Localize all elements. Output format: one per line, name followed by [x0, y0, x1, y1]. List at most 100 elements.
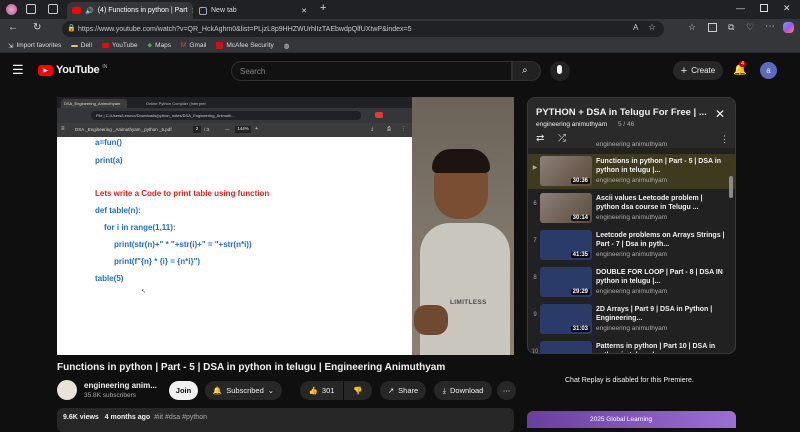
list-item[interactable]: 10 Patterns in python | Part 10 | DSA in… [528, 339, 735, 353]
region-code: IN [102, 64, 108, 70]
chat-replay-notice: Chat Replay is disabled for this Premier… [565, 377, 694, 384]
like-button[interactable]: 👍 301 [300, 381, 343, 400]
new-tab-button[interactable]: + [320, 2, 326, 14]
code-line: for i in range(1,11): [104, 223, 176, 232]
playlist-scrollbar[interactable] [729, 176, 733, 198]
workspaces-icon[interactable] [26, 4, 36, 14]
heart-icon[interactable]: ♡ [746, 22, 754, 33]
search-input[interactable]: Search [231, 61, 512, 81]
tab-actions-icon[interactable] [48, 4, 58, 14]
download-icon: ⤓ [442, 385, 446, 395]
item-channel: engineering animuthyam [596, 141, 668, 148]
favorite-star-icon[interactable]: ☆ [648, 22, 656, 33]
maps-icon: ⬥ [147, 41, 153, 49]
list-item[interactable]: 9 31:03 2D Arrays | Part 9 | DSA in Pyth… [528, 302, 735, 337]
tab-youtube[interactable]: 🔊 (4) Functions in python | Part ✕ [67, 2, 193, 19]
favorite-maps[interactable]: ⬥ Maps [148, 42, 171, 50]
video-player[interactable]: DSA_Engineering_Animuthyam Online Python… [57, 97, 514, 355]
hamburger-menu-icon[interactable]: ☰ [12, 62, 24, 78]
join-button[interactable]: Join [169, 381, 198, 400]
description-box[interactable]: 9.6K views 4 months ago #iit #dsa #pytho… [57, 408, 514, 432]
shirt-text: LIMITLESS [450, 299, 487, 306]
hashtags[interactable]: #iit #dsa #python [154, 414, 207, 421]
channel-name[interactable]: engineering anim... [84, 381, 157, 390]
close-tab-icon[interactable]: ✕ [301, 7, 307, 15]
thumbs-down-icon: 👎 [353, 386, 363, 395]
profile-icon[interactable] [6, 4, 17, 15]
playlist-title[interactable]: PYTHON + DSA in Telugu For Free | ... [536, 107, 711, 118]
duration-badge: 30:36 [570, 178, 590, 184]
tab-label: New tab [211, 7, 237, 14]
extensions-icon[interactable]: ⧉ [728, 22, 734, 33]
presenter-shirt [420, 223, 510, 355]
youtube-icon [72, 7, 81, 14]
dislike-button[interactable]: 👎 [344, 381, 372, 400]
folder-icon: ▬ [71, 42, 78, 49]
channel-avatar[interactable] [57, 380, 77, 400]
url-input[interactable]: 🔒 https://www.youtube.com/watch?v=QR_Hck… [62, 21, 664, 37]
logo-text: YouTube [56, 64, 100, 76]
favorite-import[interactable]: ⇲ Import favorites [8, 42, 61, 50]
list-item[interactable]: engineering animuthyam [528, 140, 735, 150]
pdf-more-icon: ⋮ [401, 126, 406, 132]
refresh-icon[interactable]: ↻ [33, 22, 41, 33]
minimize-icon[interactable]: — [736, 3, 745, 13]
list-item[interactable]: 8 29:29 DOUBLE FOR LOOP | Part - 8 | DSA… [528, 265, 735, 300]
favorites-bar: ⇲ Import favorites ▬ Dell YouTube ⬥ Maps MG… [0, 39, 800, 53]
youtube-play-icon: ▶ [38, 64, 53, 76]
tab-new-tab[interactable]: New tab ✕ [194, 2, 312, 19]
microphone-icon [557, 65, 562, 74]
pdf-toolbar: ≡ DSA _Engineering _Animuthyam _python _… [57, 123, 412, 137]
maximize-icon[interactable] [760, 4, 768, 12]
close-tab-icon[interactable]: ✕ [191, 7, 193, 15]
item-index: 6 [533, 201, 537, 207]
subscriber-count: 35.8K subscribers [84, 392, 137, 399]
duration-badge: 41:35 [570, 252, 590, 258]
code-line: a=fun() [95, 138, 122, 147]
more-actions-button[interactable]: ⋯ [497, 381, 516, 400]
globe-icon[interactable]: ◍ [284, 42, 290, 50]
subscribed-button[interactable]: 🔔 Subscribed ⌄ [205, 381, 282, 400]
notification-count-badge: 4 [739, 61, 747, 67]
favorite-youtube[interactable]: YouTube [101, 42, 138, 49]
search-button[interactable]: ⌕ [512, 61, 541, 81]
voice-search-button[interactable] [550, 61, 570, 81]
inner-tab: Online Python Compiler (Interpret [146, 101, 206, 106]
create-button[interactable]: + Create [673, 61, 723, 80]
copilot-icon[interactable] [783, 22, 794, 33]
split-screen-icon[interactable] [708, 23, 717, 32]
upload-age: 4 months ago [104, 414, 151, 421]
item-title: Functions in python | Part - 5 | DSA in … [596, 158, 721, 174]
speaker-icon[interactable]: 🔊 [85, 7, 94, 15]
collections-icon[interactable]: ☆ [688, 22, 696, 33]
back-icon[interactable]: ← [8, 22, 18, 33]
youtube-logo[interactable]: ▶ YouTube IN [38, 64, 107, 76]
more-menu-icon[interactable]: ⋯ [765, 21, 775, 32]
read-aloud-icon[interactable]: A [633, 23, 638, 32]
ad-banner[interactable]: 2025 Global Learning [527, 411, 736, 428]
close-window-icon[interactable]: ✕ [783, 3, 791, 14]
item-channel: engineering animuthyam [596, 177, 668, 184]
address-bar-row: ← ↻ 🔒 https://www.youtube.com/watch?v=QR… [0, 19, 800, 39]
tab-label: (4) Functions in python | Part [97, 7, 188, 14]
share-button[interactable]: ↗ Share [380, 381, 426, 400]
favorite-dell[interactable]: ▬ Dell [71, 42, 92, 49]
close-playlist-icon[interactable]: ✕ [715, 107, 725, 121]
avatar[interactable]: a [760, 62, 777, 79]
favorite-mcafee[interactable]: McAfee Security [216, 42, 274, 49]
list-item[interactable]: 7 41:35 Leetcode problems on Arrays Stri… [528, 228, 735, 263]
mcafee-icon [216, 42, 224, 49]
inner-extension-icon [375, 112, 383, 118]
item-index: 7 [533, 238, 537, 244]
download-button[interactable]: ⤓ Download [434, 381, 492, 400]
search-icon: ⌕ [522, 65, 528, 76]
list-item[interactable]: 6 30:14 Ascii values Leetcode problem | … [528, 191, 735, 226]
list-item-current[interactable]: ▶ 30:36 Functions in python | Part - 5 |… [528, 154, 735, 189]
video-screen-capture: DSA_Engineering_Animuthyam Online Python… [57, 97, 412, 355]
playlist-channel[interactable]: engineering animuthyam [536, 121, 607, 128]
new-tab-icon [199, 6, 207, 15]
favorite-gmail[interactable]: M Gmail [181, 42, 206, 49]
youtube-icon [101, 43, 109, 48]
inner-address-bar: File | C:/Users/Lenovo/Downloads/python_… [57, 108, 412, 123]
presenter-hair [432, 149, 490, 173]
